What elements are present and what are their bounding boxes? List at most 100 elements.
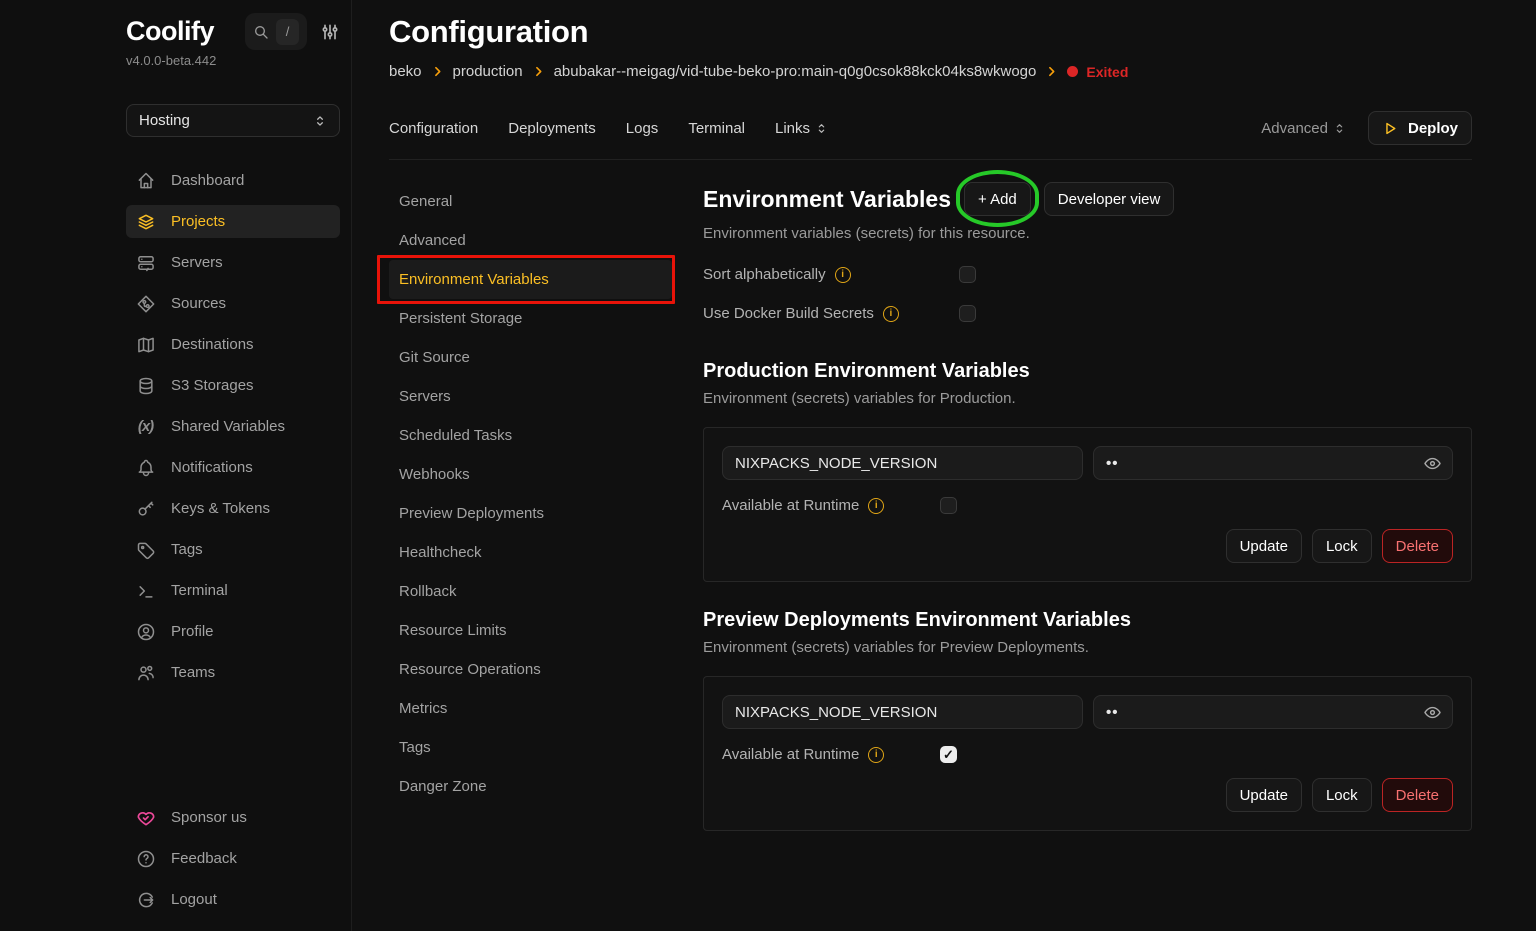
update-button[interactable]: Update (1226, 778, 1302, 812)
parens-x-icon: (x) (135, 418, 156, 435)
subnav-item-tags[interactable]: Tags (389, 728, 672, 767)
tabs-actions: Advanced Deploy (1261, 111, 1472, 145)
logout-icon (135, 890, 156, 910)
page-title: Configuration (389, 14, 1472, 50)
sidebar-item-sources[interactable]: Sources (126, 287, 340, 320)
search-button[interactable]: / (245, 13, 307, 50)
settings-subnav: General Advanced Environment Variables P… (389, 182, 672, 831)
breadcrumb-team[interactable]: beko (389, 63, 422, 80)
sidebar-item-projects[interactable]: Projects (126, 205, 340, 238)
breadcrumb-resource[interactable]: abubakar--meigag/vid-tube-beko-pro:main-… (554, 63, 1037, 80)
eye-icon[interactable] (1423, 703, 1442, 722)
subnav-item-resource-limits[interactable]: Resource Limits (389, 611, 672, 650)
tab-terminal[interactable]: Terminal (688, 120, 745, 137)
add-variable-button[interactable]: + Add (964, 182, 1031, 216)
subnav-item-preview-deployments[interactable]: Preview Deployments (389, 494, 672, 533)
env-variable-card: Available at Runtime i ✓ Update Lock Del… (703, 427, 1472, 582)
env-variables-subtitle: Environment variables (secrets) for this… (703, 225, 1472, 242)
subnav-item-metrics[interactable]: Metrics (389, 689, 672, 728)
subnav-item-danger-zone[interactable]: Danger Zone (389, 767, 672, 806)
delete-button[interactable]: Delete (1382, 778, 1453, 812)
info-icon[interactable]: i (868, 498, 884, 514)
sidebar-item-label: Sponsor us (171, 809, 247, 826)
sidebar-item-dashboard[interactable]: Dashboard (126, 164, 340, 197)
key-icon (135, 499, 156, 519)
lock-button[interactable]: Lock (1312, 778, 1372, 812)
team-select-value: Hosting (139, 112, 190, 129)
sort-alphabetically-checkbox[interactable]: ✓ (959, 266, 976, 283)
sidebar-item-label: Terminal (171, 582, 228, 599)
deploy-button-label: Deploy (1408, 120, 1458, 137)
subnav-item-git-source[interactable]: Git Source (389, 338, 672, 377)
sidebar-item-logout[interactable]: Logout (126, 883, 340, 916)
breadcrumb: beko production abubakar--meigag/vid-tub… (389, 63, 1472, 80)
tab-logs[interactable]: Logs (626, 120, 659, 137)
filters-icon[interactable] (320, 22, 340, 42)
bell-icon (135, 458, 156, 478)
subnav-item-webhooks[interactable]: Webhooks (389, 455, 672, 494)
available-at-runtime-label: Available at Runtime (722, 746, 859, 763)
chevron-right-icon (532, 65, 545, 78)
sidebar-item-profile[interactable]: Profile (126, 615, 340, 648)
terminal-icon (135, 581, 156, 601)
sidebar-item-label: Dashboard (171, 172, 244, 189)
eye-icon[interactable] (1423, 454, 1442, 473)
info-icon[interactable]: i (883, 306, 899, 322)
sidebar-item-feedback[interactable]: Feedback (126, 842, 340, 875)
advanced-dropdown[interactable]: Advanced (1261, 120, 1346, 137)
variable-value-input[interactable] (1093, 446, 1453, 480)
advanced-dropdown-label: Advanced (1261, 120, 1328, 137)
breadcrumb-environment[interactable]: production (453, 63, 523, 80)
subnav-item-scheduled-tasks[interactable]: Scheduled Tasks (389, 416, 672, 455)
deploy-button[interactable]: Deploy (1368, 111, 1472, 145)
variable-key-input[interactable] (722, 695, 1083, 729)
info-icon[interactable]: i (868, 747, 884, 763)
developer-view-button[interactable]: Developer view (1044, 182, 1175, 216)
subnav-item-general[interactable]: General (389, 182, 672, 221)
sidebar-item-notifications[interactable]: Notifications (126, 451, 340, 484)
sidebar-item-destinations[interactable]: Destinations (126, 328, 340, 361)
sidebar-item-servers[interactable]: Servers (126, 246, 340, 279)
search-shortcut-key: / (276, 19, 299, 45)
variable-key-input[interactable] (722, 446, 1083, 480)
sidebar-item-s3-storages[interactable]: S3 Storages (126, 369, 340, 402)
sidebar-item-label: Teams (171, 664, 215, 681)
docker-build-secrets-checkbox[interactable]: ✓ (959, 305, 976, 322)
subnav-item-persistent-storage[interactable]: Persistent Storage (389, 299, 672, 338)
subnav-item-rollback[interactable]: Rollback (389, 572, 672, 611)
available-at-runtime-checkbox[interactable]: ✓ (940, 497, 957, 514)
tab-configuration[interactable]: Configuration (389, 120, 478, 137)
sidebar-item-terminal[interactable]: Terminal (126, 574, 340, 607)
subnav-item-servers[interactable]: Servers (389, 377, 672, 416)
variable-value-input[interactable] (1093, 695, 1453, 729)
sidebar-item-sponsor-us[interactable]: Sponsor us (126, 801, 340, 834)
subnav-item-healthcheck[interactable]: Healthcheck (389, 533, 672, 572)
chevron-updown-icon (815, 122, 828, 135)
sidebar-item-label: Projects (171, 213, 225, 230)
update-button[interactable]: Update (1226, 529, 1302, 563)
chevron-right-icon (431, 65, 444, 78)
sidebar-item-teams[interactable]: Teams (126, 656, 340, 689)
lock-button[interactable]: Lock (1312, 529, 1372, 563)
production-section-title: Production Environment Variables (703, 360, 1472, 383)
preview-section-title: Preview Deployments Environment Variable… (703, 609, 1472, 632)
sidebar-item-tags[interactable]: Tags (126, 533, 340, 566)
sidebar-item-label: Keys & Tokens (171, 500, 270, 517)
sidebar-item-keys-tokens[interactable]: Keys & Tokens (126, 492, 340, 525)
subnav-item-environment-variables[interactable]: Environment Variables (389, 260, 672, 299)
available-at-runtime-row: Available at Runtime i ✓ (722, 497, 1453, 514)
info-icon[interactable]: i (835, 267, 851, 283)
sidebar-item-shared-variables[interactable]: (x) Shared Variables (126, 410, 340, 443)
sort-alphabetically-row: Sort alphabetically i ✓ (703, 255, 1472, 294)
tab-links[interactable]: Links (775, 120, 828, 137)
subnav-item-advanced[interactable]: Advanced (389, 221, 672, 260)
subnav-item-resource-operations[interactable]: Resource Operations (389, 650, 672, 689)
user-circle-icon (135, 622, 156, 642)
heart-icon (135, 808, 156, 828)
team-select[interactable]: Hosting (126, 104, 340, 137)
sidebar-item-label: Notifications (171, 459, 253, 476)
tab-deployments[interactable]: Deployments (508, 120, 596, 137)
delete-button[interactable]: Delete (1382, 529, 1453, 563)
git-source-icon (135, 294, 156, 314)
available-at-runtime-checkbox[interactable]: ✓ (940, 746, 957, 763)
